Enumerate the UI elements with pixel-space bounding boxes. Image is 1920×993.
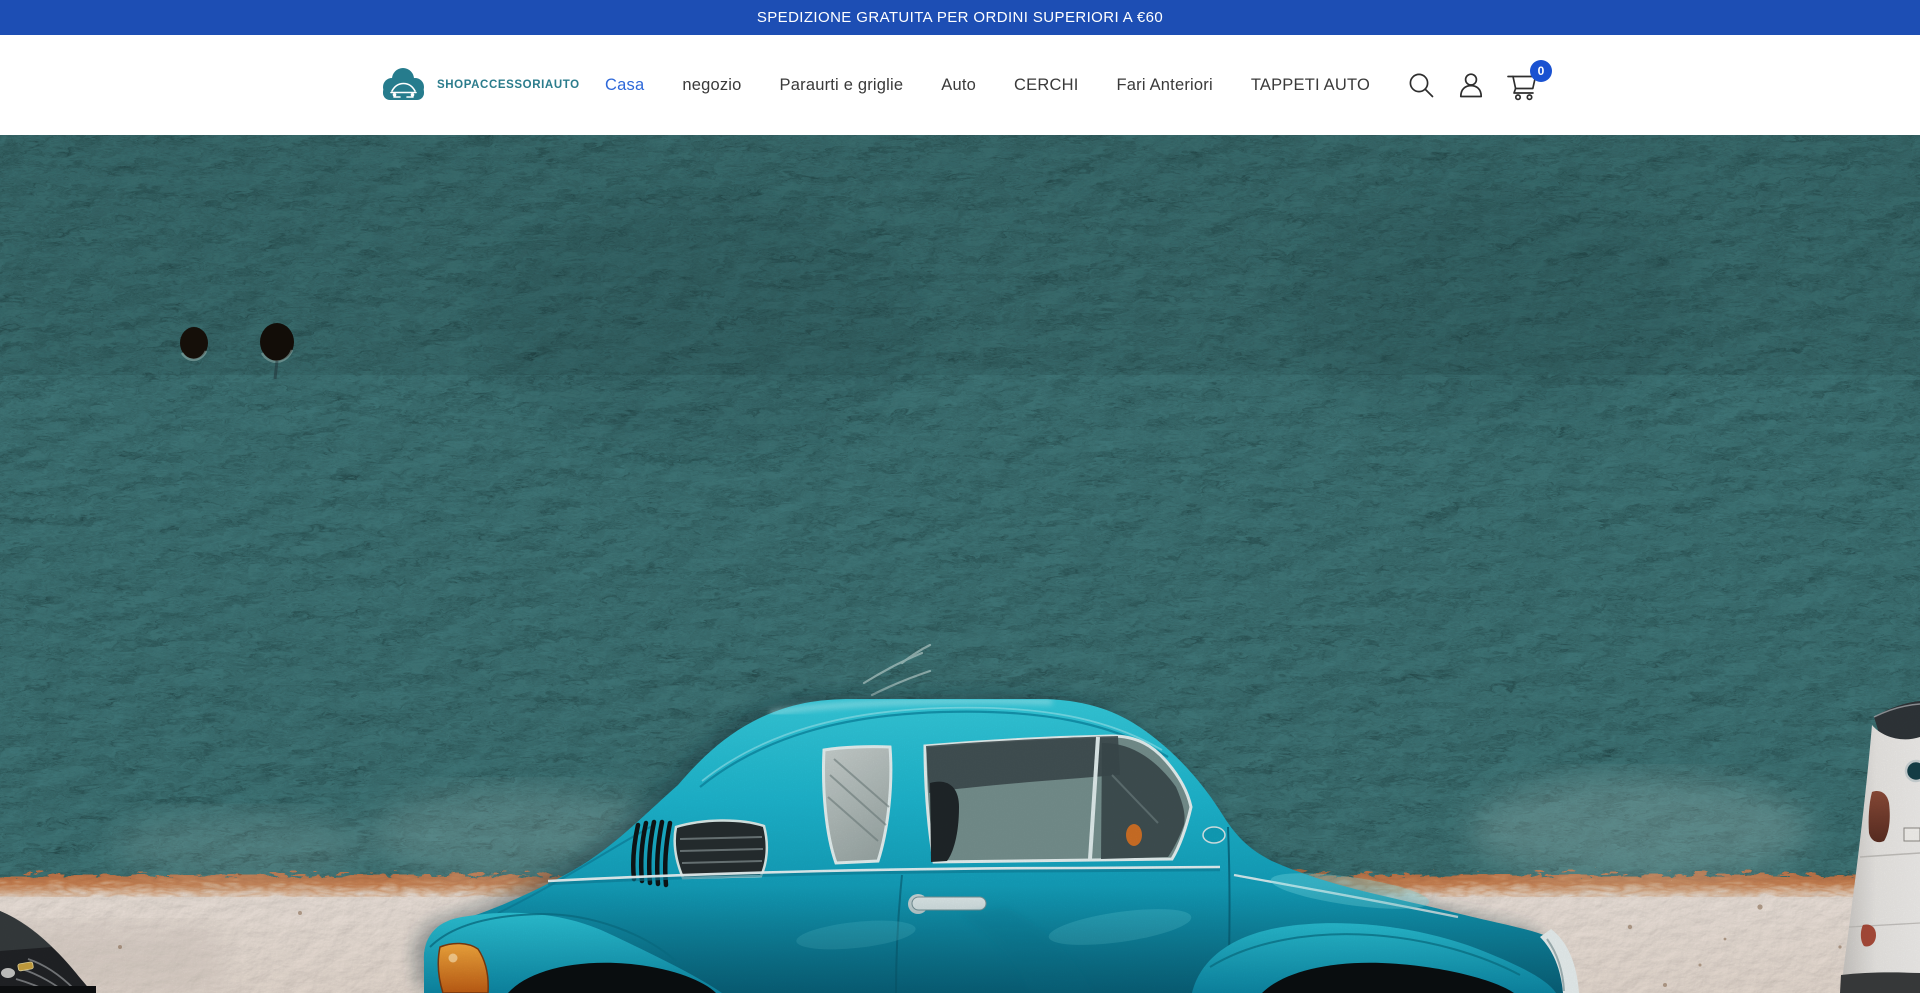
nav-item-auto[interactable]: Auto bbox=[941, 76, 976, 95]
search-button[interactable] bbox=[1406, 70, 1436, 100]
hero-photo bbox=[0, 135, 1920, 993]
cart-count-badge: 0 bbox=[1530, 60, 1552, 82]
main-nav: Casa negozio Paraurti e griglie Auto CER… bbox=[605, 76, 1370, 95]
header-container: SHOPACCESSORIAUTO Casa negozio Paraurti … bbox=[380, 67, 1540, 103]
promo-banner-text: SPEDIZIONE GRATUITA PER ORDINI SUPERIORI… bbox=[757, 9, 1163, 26]
nav-item-cerchi[interactable]: CERCHI bbox=[1014, 76, 1078, 95]
promo-banner: SPEDIZIONE GRATUITA PER ORDINI SUPERIORI… bbox=[0, 0, 1920, 35]
logo-car-icon bbox=[380, 67, 428, 103]
logo-text: SHOPACCESSORIAUTO bbox=[437, 79, 580, 91]
nav-item-paraurti-e-griglie[interactable]: Paraurti e griglie bbox=[780, 76, 904, 95]
header-actions: 0 bbox=[1406, 69, 1540, 101]
nav-item-tappeti-auto[interactable]: TAPPETI AUTO bbox=[1251, 76, 1370, 95]
site-header: SHOPACCESSORIAUTO Casa negozio Paraurti … bbox=[0, 35, 1920, 135]
search-icon bbox=[1406, 70, 1436, 100]
grain-overlay bbox=[0, 135, 1920, 993]
cart-button[interactable]: 0 bbox=[1506, 69, 1540, 101]
nav-item-fari-anteriori[interactable]: Fari Anteriori bbox=[1117, 76, 1213, 95]
account-icon bbox=[1456, 70, 1486, 100]
account-button[interactable] bbox=[1456, 70, 1486, 100]
hero-section bbox=[0, 135, 1920, 993]
logo[interactable]: SHOPACCESSORIAUTO bbox=[380, 67, 580, 103]
nav-item-negozio[interactable]: negozio bbox=[682, 76, 741, 95]
nav-item-casa[interactable]: Casa bbox=[605, 76, 644, 95]
